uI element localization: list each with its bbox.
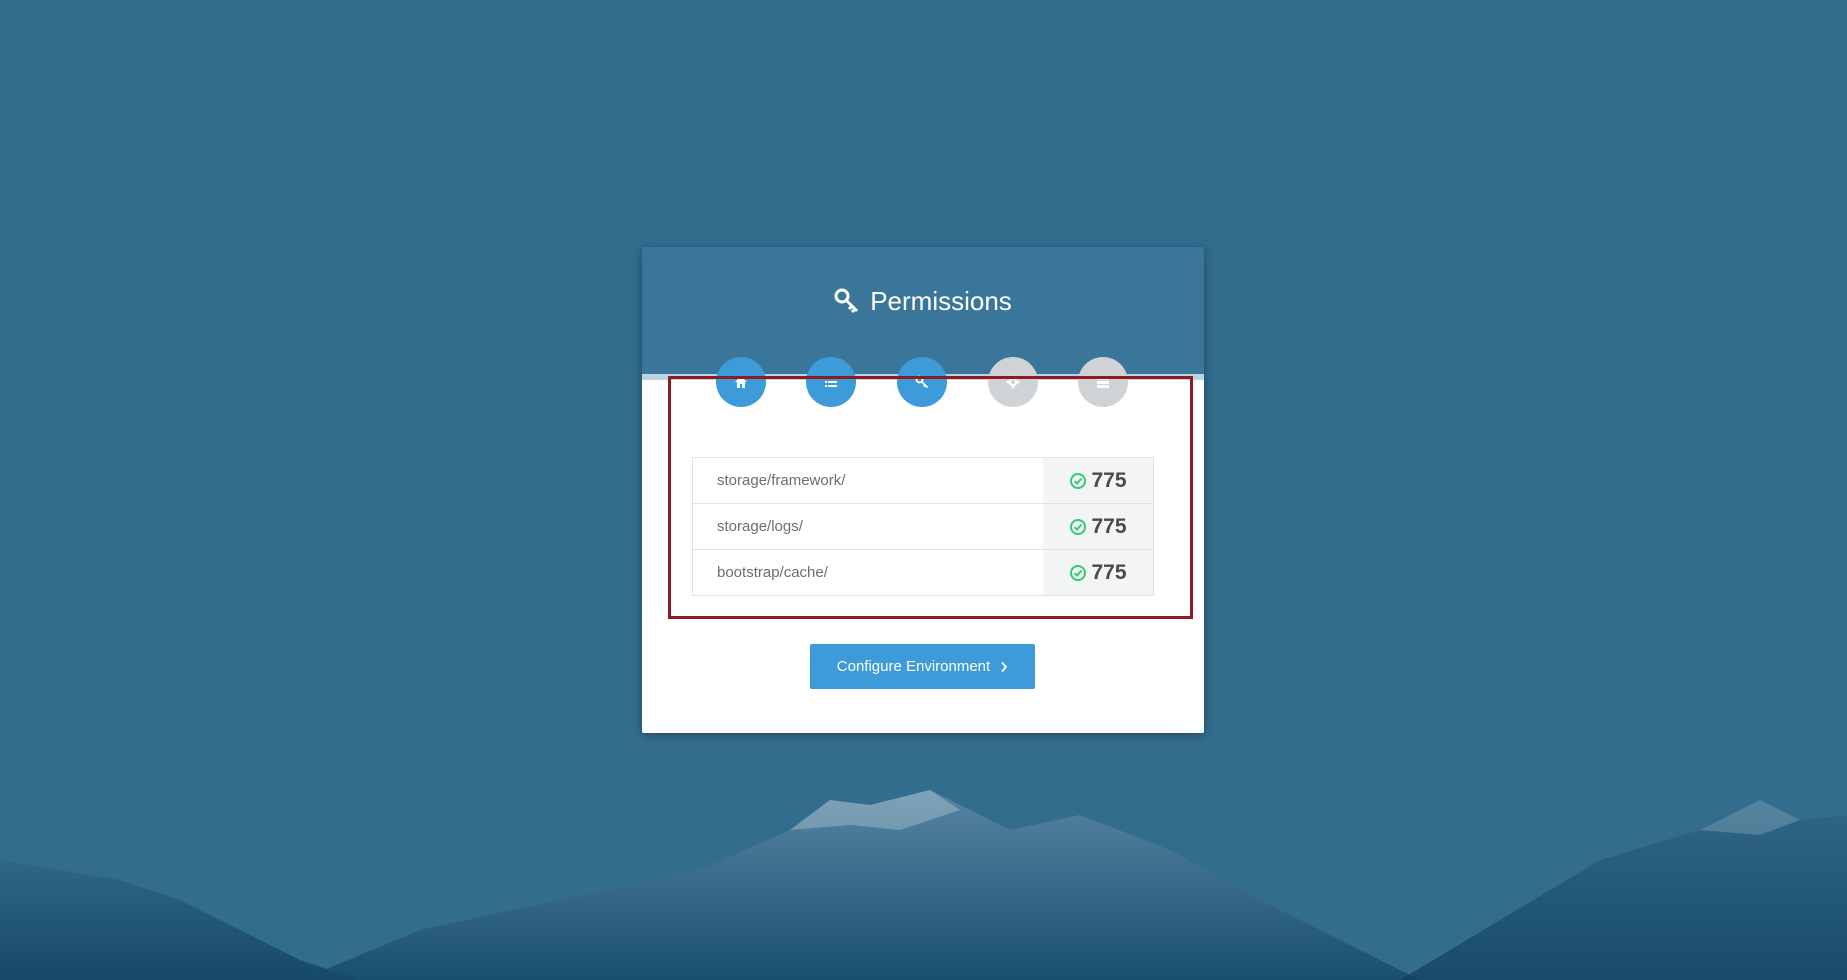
home-icon (735, 376, 747, 388)
server-icon (1097, 377, 1109, 388)
permission-value: 775 (1091, 468, 1127, 492)
installer-card: Permissions storage/framework/ 775 stora… (642, 247, 1204, 733)
permission-path: storage/logs/ (717, 518, 803, 535)
step-navigation (716, 357, 1136, 407)
step-finish[interactable] (1078, 357, 1128, 407)
page-title-text: Permissions (870, 285, 1012, 316)
permission-value-cell: 775 (1043, 550, 1153, 595)
check-circle-icon (1069, 472, 1087, 490)
configure-environment-label: Configure Environment (836, 658, 991, 675)
permission-value: 775 (1091, 560, 1127, 584)
check-circle-icon (1069, 518, 1087, 536)
permission-path: storage/framework/ (717, 472, 846, 489)
permission-value-cell: 775 (1043, 458, 1153, 503)
step-environment[interactable] (988, 357, 1038, 407)
gear-icon (1006, 375, 1020, 389)
configure-environment-button[interactable]: Configure Environment (810, 644, 1035, 689)
permission-value: 775 (1091, 514, 1127, 538)
key-icon (834, 288, 860, 314)
list-icon (825, 377, 837, 387)
check-circle-icon (1069, 564, 1087, 582)
permissions-table: storage/framework/ 775 storage/logs/ 775… (692, 457, 1154, 596)
chevron-right-icon (1000, 661, 1008, 673)
permission-path: bootstrap/cache/ (717, 564, 828, 581)
permission-value-cell: 775 (1043, 504, 1153, 549)
step-home[interactable] (716, 357, 766, 407)
key-icon (915, 375, 929, 389)
table-row: storage/framework/ 775 (693, 458, 1153, 504)
step-requirements[interactable] (806, 357, 856, 407)
step-permissions[interactable] (897, 357, 947, 407)
table-row: storage/logs/ 775 (693, 504, 1153, 550)
table-row: bootstrap/cache/ 775 (693, 550, 1153, 595)
page-title: Permissions (642, 281, 1204, 321)
